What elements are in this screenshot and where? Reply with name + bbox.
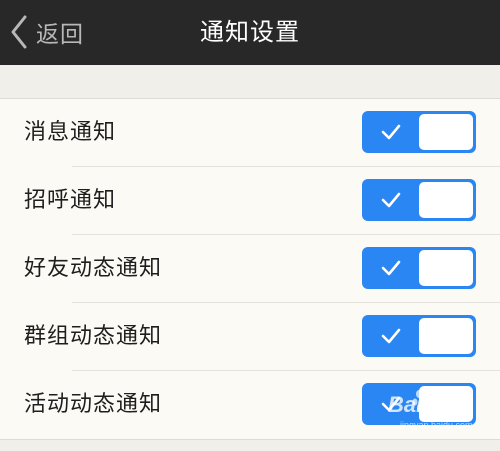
setting-row-friend-activity: 好友动态通知: [0, 235, 500, 303]
setting-row-greeting: 招呼通知: [0, 167, 500, 235]
toggle-knob: [419, 114, 473, 150]
friend-activity-notification-toggle[interactable]: [362, 247, 476, 289]
checkmark-icon: [380, 190, 402, 214]
checkmark-icon: [380, 122, 402, 146]
checkmark-icon: [380, 258, 402, 282]
group-activity-notification-toggle[interactable]: [362, 315, 476, 357]
notification-settings-list: 消息通知 招呼通知 好友动态通知 群组动态通知 活动动态通知: [0, 98, 500, 440]
toggle-knob: [419, 318, 473, 354]
setting-row-group-activity: 群组动态通知: [0, 303, 500, 371]
back-label: 返回: [36, 22, 84, 48]
toggle-knob: [419, 386, 473, 422]
setting-row-event-activity: 活动动态通知: [0, 371, 500, 439]
back-button[interactable]: 返回: [10, 10, 84, 54]
checkmark-icon: [380, 394, 402, 418]
navigation-bar: 通知设置 返回: [0, 0, 500, 65]
setting-label: 活动动态通知: [24, 392, 163, 417]
greeting-notification-toggle[interactable]: [362, 179, 476, 221]
message-notification-toggle[interactable]: [362, 111, 476, 153]
setting-label: 招呼通知: [24, 188, 117, 213]
toggle-knob: [419, 182, 473, 218]
setting-label: 好友动态通知: [24, 256, 163, 281]
setting-row-message: 消息通知: [0, 99, 500, 167]
setting-label: 群组动态通知: [24, 324, 163, 349]
event-activity-notification-toggle[interactable]: [362, 383, 476, 425]
toggle-knob: [419, 250, 473, 286]
chevron-left-icon: [10, 15, 28, 49]
setting-label: 消息通知: [24, 120, 117, 145]
checkmark-icon: [380, 326, 402, 350]
